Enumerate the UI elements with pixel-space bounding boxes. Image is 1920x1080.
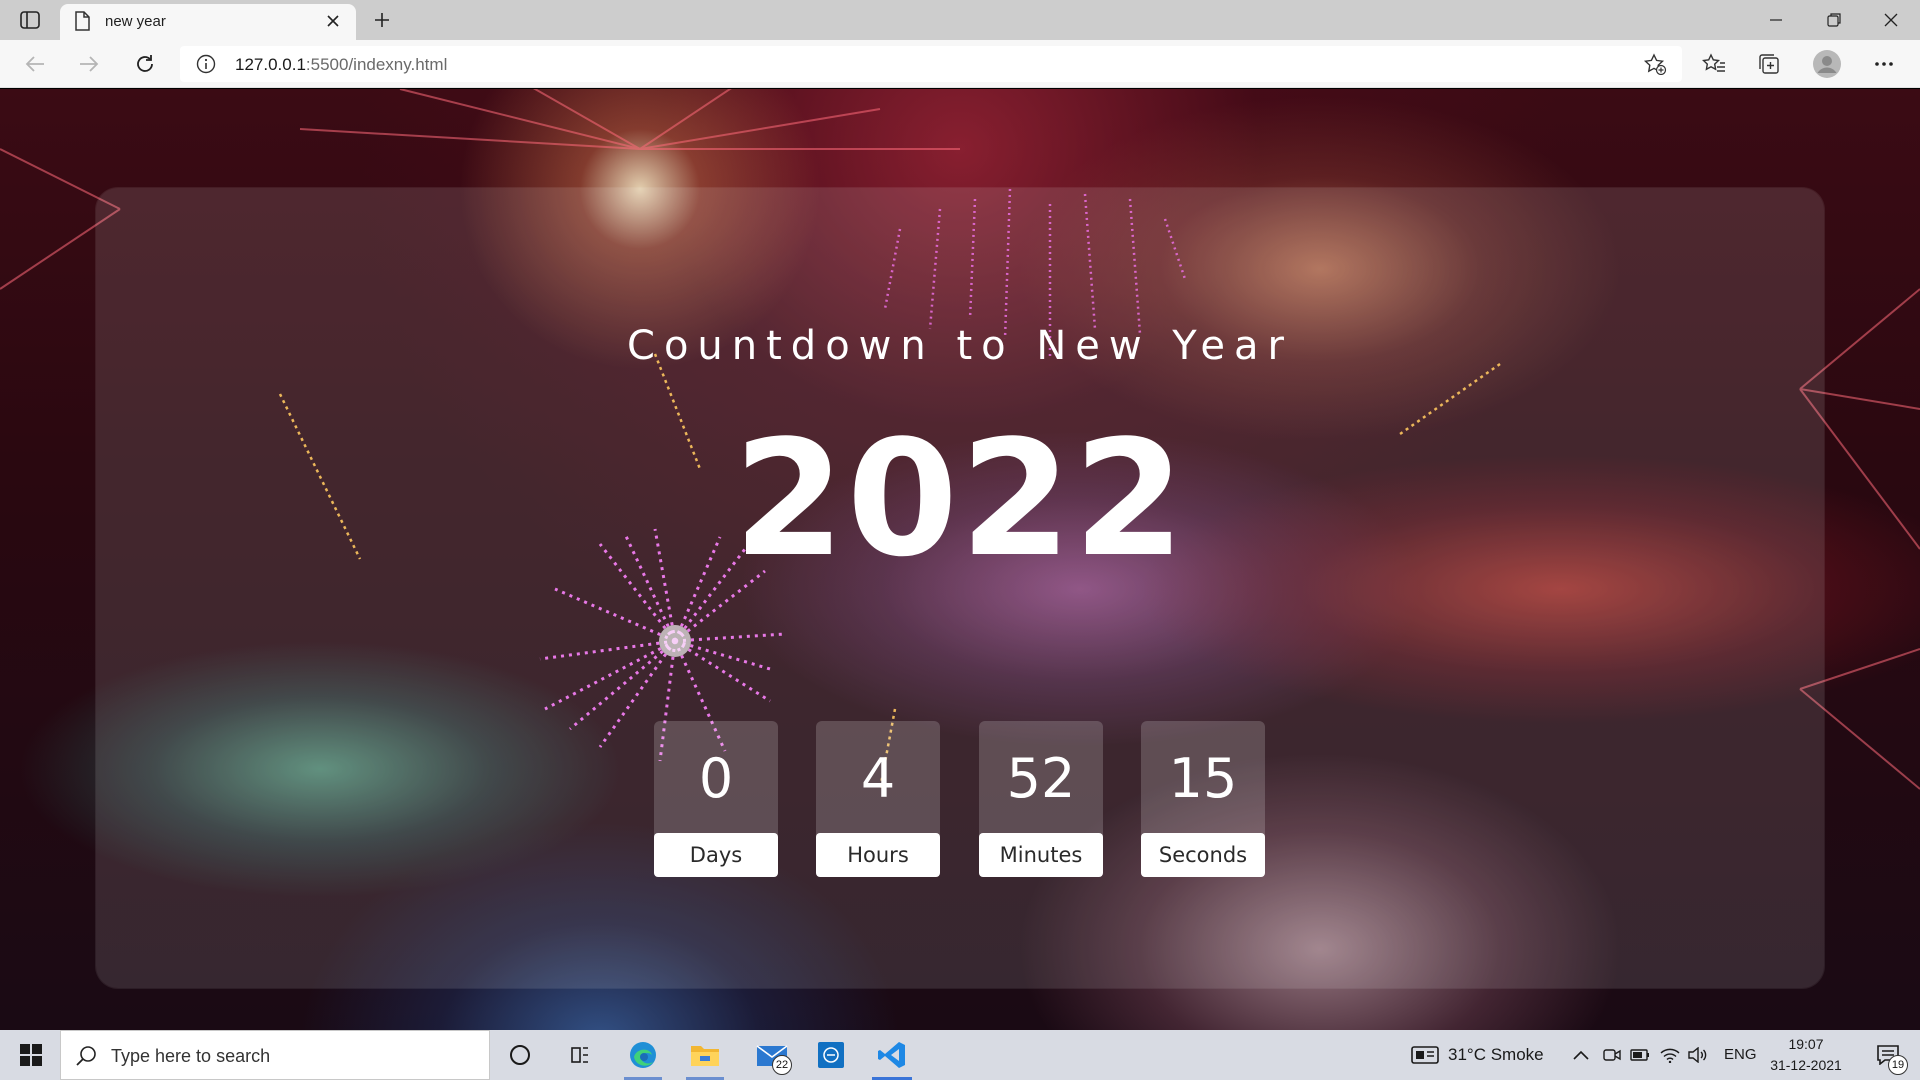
more-options-icon[interactable] [1867, 48, 1901, 80]
search-placeholder: Type here to search [111, 1046, 271, 1066]
seconds-label: Seconds [1141, 833, 1265, 877]
forward-icon[interactable] [72, 48, 106, 80]
tab-actions-icon[interactable] [16, 8, 44, 32]
task-view-icon[interactable] [560, 1030, 600, 1080]
minutes-label: Minutes [979, 833, 1103, 877]
url-field[interactable]: 127.0.0.1:5500/indexny.html [180, 46, 1682, 82]
add-favorite-icon[interactable] [1642, 52, 1668, 76]
profile-avatar[interactable] [1810, 48, 1844, 80]
edge-browser-icon[interactable] [618, 1030, 668, 1080]
search-icon [75, 1045, 97, 1072]
countdown-minutes: 52 Minutes [979, 721, 1103, 877]
close-window-icon[interactable] [1862, 0, 1920, 40]
hours-label: Hours [816, 833, 940, 877]
hours-value: 4 [860, 747, 896, 810]
close-tab-icon[interactable] [322, 10, 344, 32]
countdown-days: 0 Days [654, 721, 778, 877]
volume-icon[interactable] [1686, 1030, 1710, 1080]
browser-tab[interactable]: new year [60, 4, 356, 40]
page-viewport: Countdown to New Year 2022 0 Days 4 Hour… [0, 89, 1920, 1030]
meet-now-icon[interactable] [1600, 1030, 1624, 1080]
notification-badge: 19 [1888, 1055, 1908, 1075]
tab-title: new year [105, 13, 166, 30]
wifi-icon[interactable] [1658, 1030, 1682, 1080]
chevron-up-icon[interactable] [1568, 1030, 1594, 1080]
new-tab-button[interactable] [368, 6, 396, 34]
windows-taskbar: Type here to search 22 31°C Smoke ENG 19… [0, 1030, 1920, 1080]
weather-text[interactable]: 31°C Smoke [1448, 1030, 1544, 1080]
mail-icon[interactable]: 22 [744, 1030, 800, 1080]
days-value: 0 [698, 747, 734, 810]
clock-date: 31-12-2021 [1770, 1057, 1842, 1073]
notifications-icon[interactable]: 19 [1866, 1030, 1910, 1080]
weather-icon[interactable] [1408, 1030, 1442, 1080]
battery-icon[interactable] [1628, 1030, 1652, 1080]
new-year-number: 2022 [733, 405, 1187, 592]
minutes-value: 52 [1006, 747, 1076, 810]
language-indicator[interactable]: ENG [1724, 1030, 1757, 1080]
start-button[interactable] [8, 1030, 54, 1080]
seconds-value: 15 [1168, 747, 1238, 810]
address-toolbar: 127.0.0.1:5500/indexny.html [0, 40, 1920, 88]
countdown-hours: 4 Hours [816, 721, 940, 877]
days-label: Days [654, 833, 778, 877]
cortana-icon[interactable] [500, 1030, 540, 1080]
back-icon[interactable] [18, 48, 52, 80]
favorites-icon[interactable] [1697, 48, 1731, 80]
file-explorer-icon[interactable] [680, 1030, 730, 1080]
browser-tab-bar: new year [0, 0, 1920, 40]
url-text: 127.0.0.1:5500/indexny.html [235, 55, 447, 75]
countdown-heading: Countdown to New Year [627, 323, 1293, 369]
minimize-icon[interactable] [1747, 0, 1805, 40]
url-host: 127.0.0.1 [235, 55, 306, 74]
countdown-seconds: 15 Seconds [1141, 721, 1265, 877]
dell-app-icon[interactable] [806, 1030, 856, 1080]
windows-logo-icon [20, 1044, 42, 1066]
taskbar-clock[interactable]: 19:07 31-12-2021 [1766, 1034, 1846, 1076]
taskbar-search[interactable]: Type here to search [60, 1030, 490, 1080]
restore-icon[interactable] [1805, 0, 1863, 40]
vscode-icon[interactable] [866, 1030, 918, 1080]
refresh-icon[interactable] [128, 48, 162, 80]
url-path: :5500/indexny.html [305, 55, 448, 74]
collections-icon[interactable] [1752, 48, 1786, 80]
site-info-icon[interactable] [196, 54, 216, 79]
page-icon [74, 11, 90, 36]
mail-badge: 22 [772, 1055, 792, 1075]
clock-time: 19:07 [1788, 1036, 1824, 1052]
